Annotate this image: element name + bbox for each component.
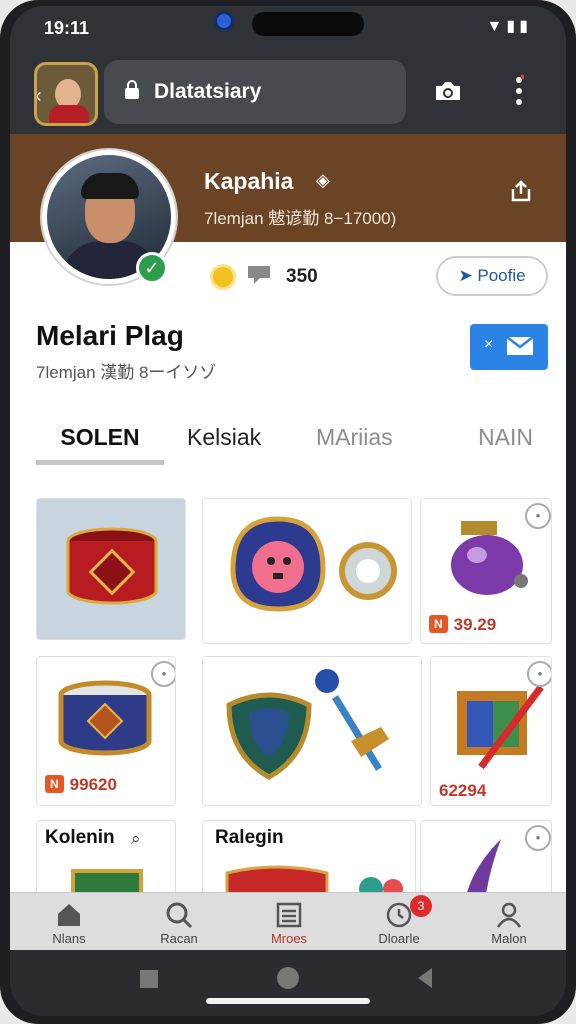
chat-icon xyxy=(248,266,270,284)
back-avatar-button[interactable]: ‹ xyxy=(34,62,98,126)
tab-kelsiak[interactable]: Kelsiak xyxy=(187,424,261,451)
home-button[interactable] xyxy=(277,967,299,989)
mail-icon xyxy=(506,336,534,355)
info-icon[interactable]: • xyxy=(527,661,551,687)
item-price: 62294 xyxy=(439,781,486,801)
tab-nain[interactable]: NAIN xyxy=(478,424,533,451)
item-label: Kolenin xyxy=(45,827,115,848)
url-text: Dlatatsiary xyxy=(154,80,262,103)
status-bar: 19:11 ▼▮▮ xyxy=(10,6,566,46)
nav-list[interactable]: Mroes xyxy=(244,901,334,946)
price-value: 39.29 xyxy=(453,615,497,634)
screen: 19:11 ▼▮▮ ‹ Dlatatsiary Kapahia ◈ 7lemja… xyxy=(10,6,566,1016)
nav-profile[interactable]: Malon xyxy=(464,901,554,946)
info-icon[interactable]: • xyxy=(151,661,175,687)
stat-count: 350 xyxy=(286,266,318,287)
avatar-hair xyxy=(81,173,139,199)
avatar-body xyxy=(49,105,89,123)
more-vert-icon[interactable] xyxy=(514,74,524,108)
item-card[interactable] xyxy=(202,498,412,644)
item-price: N 39.29 xyxy=(429,615,496,635)
nav-label: Dloarle xyxy=(378,931,420,946)
follow-button[interactable]: ➤ Poofie xyxy=(436,256,548,296)
horn-icon xyxy=(465,839,501,899)
banner-subtitle: 7lemjan 魃谚勤 8−17000) xyxy=(204,209,397,228)
gesture-bar[interactable] xyxy=(206,998,370,1004)
notification-icon xyxy=(214,11,234,31)
phone-frame: 19:11 ▼▮▮ ‹ Dlatatsiary Kapahia ◈ 7lemja… xyxy=(0,0,576,1024)
profile-subtitle: 7lemjan 漢勤 8ーイソゾ xyxy=(36,363,217,382)
browser-toolbar: ‹ Dlatatsiary xyxy=(10,48,566,134)
nav-clock[interactable]: 3 Dloarle xyxy=(354,895,444,946)
price-value: 99620 xyxy=(69,775,117,794)
url-bar[interactable]: Dlatatsiary xyxy=(104,60,406,124)
notification-badge: 3 xyxy=(410,895,432,917)
item-price: N 99620 xyxy=(45,775,117,795)
tab-solen[interactable]: SOLEN xyxy=(36,424,164,451)
item-card[interactable] xyxy=(36,498,186,640)
banner-name: Kapahia xyxy=(204,168,294,194)
verified-check-icon: ✓ xyxy=(136,252,168,284)
recents-button[interactable] xyxy=(140,970,158,988)
item-card[interactable]: • 62294 xyxy=(430,656,552,806)
price-tag: N xyxy=(429,615,448,633)
item-card[interactable]: • xyxy=(420,820,552,900)
price-value: 62294 xyxy=(439,781,487,800)
person-icon xyxy=(496,902,522,928)
lock-icon xyxy=(125,80,139,99)
item-card[interactable]: Ralegin xyxy=(202,820,416,900)
system-nav-bar xyxy=(10,950,566,1016)
shield-sword-icon xyxy=(226,669,389,780)
follow-label: Poofie xyxy=(477,266,526,285)
nav-label: Mroes xyxy=(270,931,308,946)
share-icon[interactable] xyxy=(510,180,532,202)
info-icon[interactable]: • xyxy=(525,503,551,529)
nav-label: Malon xyxy=(491,931,527,946)
nav-search[interactable]: Racan xyxy=(134,901,224,946)
info-icon[interactable]: • xyxy=(525,825,551,851)
chevron-left-icon: ‹ xyxy=(35,85,42,107)
back-button[interactable] xyxy=(418,968,432,988)
message-button[interactable]: × xyxy=(470,324,548,370)
shield-icon: ◈ xyxy=(316,170,330,190)
clock-icon xyxy=(386,902,412,928)
profile-tabs: SOLEN Kelsiak MAriias NAIN xyxy=(10,412,566,472)
tab-indicator xyxy=(36,460,164,465)
status-time: 19:11 xyxy=(44,18,90,38)
nav-label: Racan xyxy=(160,931,198,946)
search-icon: ⌕ xyxy=(131,829,141,848)
coin-icon xyxy=(210,264,236,290)
nav-home[interactable]: Nlans xyxy=(24,901,114,946)
item-label: Ralegin xyxy=(215,827,284,848)
item-card[interactable] xyxy=(202,656,422,806)
system-status-icons: ▼▮▮ xyxy=(486,18,532,35)
item-card[interactable]: Kolenin ⌕ xyxy=(36,820,176,900)
bottom-nav: Nlans Racan Mroes 3 Dloarle Malon xyxy=(10,892,566,950)
follow-icon: ➤ xyxy=(458,266,478,285)
profile-name: Melari Plag xyxy=(36,320,184,351)
item-card[interactable]: • N 39.29 xyxy=(420,498,552,644)
home-icon xyxy=(58,904,80,926)
price-tag: N xyxy=(45,775,64,793)
tab-mariias[interactable]: MAriias xyxy=(316,424,393,451)
profile-content: 350 ➤ Poofie Melari Plag 7lemjan 漢勤 8ーイソ… xyxy=(10,242,566,900)
monster-medallion-icon xyxy=(230,516,397,612)
nav-label: Nlans xyxy=(52,931,86,946)
list-icon xyxy=(276,902,302,928)
close-icon: × xyxy=(484,336,494,353)
search-icon xyxy=(166,902,193,929)
camera-notch xyxy=(252,12,364,36)
red-chest-icon xyxy=(66,527,158,605)
item-card[interactable]: • N 99620 xyxy=(36,656,176,806)
camera-icon[interactable] xyxy=(434,80,462,102)
